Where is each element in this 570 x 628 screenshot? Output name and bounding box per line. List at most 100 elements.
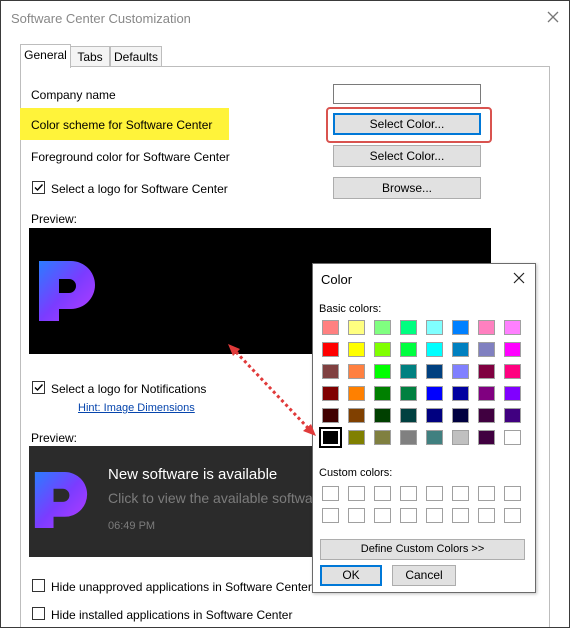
hide-unapproved-checkbox[interactable]: [32, 579, 45, 592]
p-logo-icon: [34, 472, 88, 528]
basic-color-swatch[interactable]: [400, 386, 417, 401]
basic-color-swatch[interactable]: [426, 408, 443, 423]
browse-button[interactable]: Browse...: [333, 177, 481, 199]
custom-color-swatch[interactable]: [452, 508, 469, 523]
select-foreground-color-button[interactable]: Select Color...: [333, 145, 481, 167]
basic-color-swatch[interactable]: [478, 342, 495, 357]
custom-color-swatch[interactable]: [348, 508, 365, 523]
color-scheme-label: Color scheme for Software Center: [31, 118, 213, 132]
custom-color-swatch[interactable]: [374, 508, 391, 523]
preview2-label: Preview:: [31, 431, 78, 445]
close-icon[interactable]: [545, 9, 561, 25]
basic-color-swatch[interactable]: [374, 320, 391, 335]
logo-label: Select a logo for Software Center: [51, 182, 228, 196]
basic-color-swatch[interactable]: [400, 364, 417, 379]
basic-color-swatch[interactable]: [374, 364, 391, 379]
custom-color-swatch[interactable]: [322, 508, 339, 523]
hide-installed-checkbox[interactable]: [32, 607, 45, 620]
basic-color-swatch[interactable]: [504, 386, 521, 401]
basic-color-swatch[interactable]: [504, 408, 521, 423]
custom-color-swatch[interactable]: [478, 508, 495, 523]
basic-colors-label: Basic colors:: [319, 303, 382, 315]
basic-color-swatch[interactable]: [374, 408, 391, 423]
define-custom-colors-button[interactable]: Define Custom Colors >>: [320, 539, 525, 560]
close-icon[interactable]: [512, 271, 526, 285]
custom-color-swatch[interactable]: [452, 486, 469, 501]
custom-color-swatch[interactable]: [504, 508, 521, 523]
tab-defaults[interactable]: Defaults: [110, 46, 162, 67]
notifications-logo-label: Select a logo for Notifications: [51, 382, 207, 396]
tab-general[interactable]: General: [20, 44, 71, 68]
color-dialog-title: Color: [321, 272, 353, 287]
basic-color-swatch[interactable]: [452, 408, 469, 423]
custom-color-swatch[interactable]: [400, 486, 417, 501]
basic-color-swatch[interactable]: [478, 408, 495, 423]
custom-color-swatch[interactable]: [504, 486, 521, 501]
hint-image-dimensions-link[interactable]: Hint: Image Dimensions: [78, 402, 195, 414]
basic-color-swatch[interactable]: [426, 320, 443, 335]
cancel-button[interactable]: Cancel: [392, 565, 456, 586]
notification-title: New software is available: [108, 466, 278, 483]
basic-color-swatch[interactable]: [504, 342, 521, 357]
basic-color-swatch[interactable]: [478, 386, 495, 401]
basic-color-swatch[interactable]: [348, 408, 365, 423]
basic-color-swatch[interactable]: [426, 430, 443, 445]
basic-color-swatch[interactable]: [322, 386, 339, 401]
basic-color-swatch[interactable]: [348, 364, 365, 379]
basic-color-swatch[interactable]: [400, 430, 417, 445]
basic-color-swatch[interactable]: [426, 364, 443, 379]
notifications-logo-checkbox[interactable]: [32, 381, 45, 394]
custom-color-swatch[interactable]: [400, 508, 417, 523]
basic-color-swatch[interactable]: [478, 320, 495, 335]
basic-color-swatch[interactable]: [504, 364, 521, 379]
checkmark-icon: [34, 384, 44, 392]
basic-color-swatch[interactable]: [319, 427, 342, 448]
basic-color-swatch[interactable]: [348, 320, 365, 335]
basic-color-swatch[interactable]: [322, 320, 339, 335]
basic-color-swatch[interactable]: [478, 364, 495, 379]
basic-color-swatch[interactable]: [322, 364, 339, 379]
basic-color-swatch[interactable]: [452, 386, 469, 401]
basic-color-swatch[interactable]: [348, 342, 365, 357]
basic-color-swatch[interactable]: [322, 342, 339, 357]
window-title: Software Center Customization: [11, 11, 191, 26]
p-logo-icon: [39, 261, 95, 321]
logo-checkbox[interactable]: [32, 181, 45, 194]
basic-color-swatch[interactable]: [452, 342, 469, 357]
basic-color-swatch[interactable]: [374, 386, 391, 401]
basic-color-swatch[interactable]: [452, 320, 469, 335]
basic-color-swatch[interactable]: [374, 342, 391, 357]
custom-color-swatch[interactable]: [426, 486, 443, 501]
basic-color-swatch[interactable]: [348, 430, 365, 445]
basic-color-swatch[interactable]: [504, 320, 521, 335]
basic-color-swatch[interactable]: [452, 430, 469, 445]
basic-color-swatch[interactable]: [426, 342, 443, 357]
company-name-label: Company name: [31, 88, 116, 102]
tab-tabs[interactable]: Tabs: [70, 46, 110, 67]
custom-color-swatch[interactable]: [426, 508, 443, 523]
basic-color-swatch[interactable]: [504, 430, 521, 445]
checkmark-icon: [34, 184, 44, 192]
foreground-color-label: Foreground color for Software Center: [31, 150, 230, 164]
notification-time: 06:49 PM: [108, 520, 156, 532]
basic-color-swatch[interactable]: [400, 342, 417, 357]
custom-color-swatch[interactable]: [374, 486, 391, 501]
custom-color-swatch[interactable]: [322, 486, 339, 501]
hide-installed-label: Hide installed applications in Software …: [51, 608, 293, 622]
custom-color-swatch[interactable]: [478, 486, 495, 501]
company-name-input[interactable]: [333, 84, 481, 104]
basic-color-swatch[interactable]: [478, 430, 495, 445]
color-dialog: Color Basic colors: Custom colors: Defin…: [312, 263, 536, 593]
custom-color-swatch[interactable]: [348, 486, 365, 501]
preview-label: Preview:: [31, 212, 78, 226]
basic-color-swatch[interactable]: [452, 364, 469, 379]
basic-color-swatch[interactable]: [348, 386, 365, 401]
title-bar: Software Center Customization: [1, 1, 569, 35]
ok-button[interactable]: OK: [320, 565, 382, 586]
basic-color-swatch[interactable]: [400, 408, 417, 423]
select-color-button[interactable]: Select Color...: [333, 113, 481, 135]
basic-color-swatch[interactable]: [322, 408, 339, 423]
basic-color-swatch[interactable]: [400, 320, 417, 335]
basic-color-swatch[interactable]: [426, 386, 443, 401]
basic-color-swatch[interactable]: [374, 430, 391, 445]
